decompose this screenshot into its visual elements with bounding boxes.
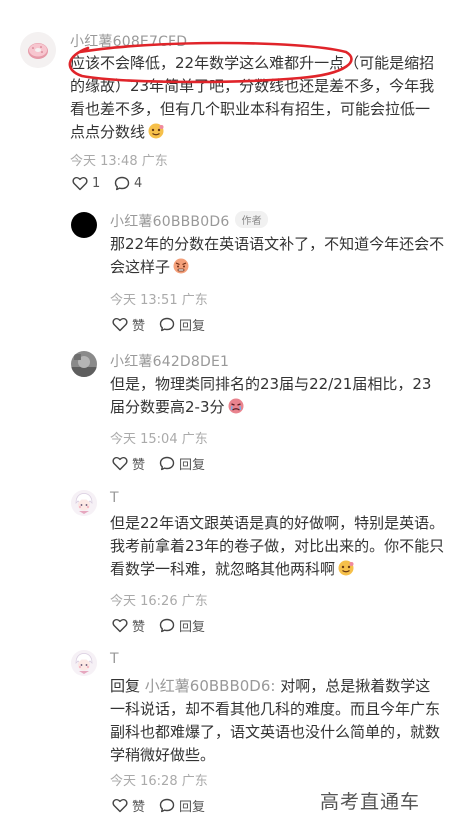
reply-4-reply-button[interactable]: 回复 xyxy=(159,796,205,815)
reply-1-username[interactable]: 小红薯60BBB0D6 xyxy=(110,214,229,230)
comment-bubble-icon xyxy=(114,176,130,191)
reply-4-reply-label: 回复 xyxy=(179,800,206,815)
reply-2-location: 广东 xyxy=(181,432,208,447)
emoji-face-icon xyxy=(338,560,354,576)
reply-1-meta: 今天 13:51 广东 xyxy=(110,289,208,308)
main-like-button[interactable]: 1 xyxy=(72,176,100,191)
reply-2-reply-label: 回复 xyxy=(179,458,206,473)
reply-3-meta: 今天 16:26 广东 xyxy=(110,590,208,609)
reply-2-username[interactable]: 小红薯642D8DE1 xyxy=(110,351,229,371)
reply-2-meta: 今天 15:04 广东 xyxy=(110,428,208,447)
heart-icon xyxy=(112,618,128,633)
reply-4-text: 回复 小红薯60BBB0D6: 对啊，总是揪着数学这一科说话，却不看其他几科的难… xyxy=(110,675,445,767)
main-location: 广东 xyxy=(141,154,168,169)
avatar-reply-4[interactable] xyxy=(71,650,97,676)
author-tag: 作者 xyxy=(235,211,268,228)
comment-bubble-icon xyxy=(159,456,175,471)
anime-avatar-icon xyxy=(71,490,97,516)
reply-1-content: 那22年的分数在英语语文补了，不知道今年还会不会这样子 xyxy=(110,235,445,276)
emoji-crying-face-icon xyxy=(228,398,244,414)
main-time: 今天 13:48 xyxy=(70,154,138,169)
main-meta: 今天 13:48 广东 xyxy=(70,150,168,169)
comment-bubble-icon xyxy=(159,798,175,813)
watermark: 高考直通车 xyxy=(320,791,421,813)
reply-1-username-row: 小红薯60BBB0D6 作者 xyxy=(110,211,268,231)
heart-icon xyxy=(112,798,128,813)
reply-4-like-button[interactable]: 赞 xyxy=(112,796,145,815)
red-annotation-ellipse xyxy=(68,41,353,84)
reply-4-target-user[interactable]: 小红薯60BBB0D6: xyxy=(145,677,276,695)
reply-2-reply-button[interactable]: 回复 xyxy=(159,454,205,473)
reply-4-time: 今天 16:28 xyxy=(110,774,178,789)
reply-3-like-button[interactable]: 赞 xyxy=(112,616,145,635)
main-comment-button[interactable]: 4 xyxy=(114,176,142,191)
avatar-reply-2[interactable] xyxy=(71,351,97,377)
reply-3-text: 但是22年语文跟英语是真的好做啊，特别是英语。我考前拿着23年的卷子做，对比出来… xyxy=(110,512,445,581)
donut-avatar-icon xyxy=(20,32,56,68)
reply-2-time: 今天 15:04 xyxy=(110,432,178,447)
heart-icon xyxy=(112,317,128,332)
reply-4-location: 广东 xyxy=(181,774,208,789)
emoji-face-icon xyxy=(148,123,164,139)
reply-3-content: 但是22年语文跟英语是真的好做啊，特别是英语。我考前拿着23年的卷子做，对比出来… xyxy=(110,514,445,578)
comment-bubble-icon xyxy=(159,618,175,633)
heart-icon xyxy=(112,456,128,471)
reply-2-content: 但是，物理类同排名的23届与22/21届相比，23届分数要高2-3分 xyxy=(110,375,432,416)
comment-bubble-icon xyxy=(159,317,175,332)
heart-icon xyxy=(72,176,88,191)
reply-4-meta: 今天 16:28 广东 xyxy=(110,770,208,789)
reply-2-like-label: 赞 xyxy=(132,458,146,473)
reply-1-like-button[interactable]: 赞 xyxy=(112,315,145,334)
reply-3-reply-label: 回复 xyxy=(179,620,206,635)
anime-avatar-icon xyxy=(71,650,97,676)
reply-1-reply-label: 回复 xyxy=(179,319,206,334)
reply-1-like-label: 赞 xyxy=(132,319,146,334)
reply-3-like-label: 赞 xyxy=(132,620,146,635)
emoji-angry-face-icon xyxy=(173,258,189,274)
reply-2-like-button[interactable]: 赞 xyxy=(112,454,145,473)
photo-avatar-icon xyxy=(71,351,97,377)
avatar-reply-1[interactable] xyxy=(71,212,97,238)
reply-3-username[interactable]: T xyxy=(110,490,119,506)
reply-2-text: 但是，物理类同排名的23届与22/21届相比，23届分数要高2-3分 xyxy=(110,373,445,419)
reply-1-time: 今天 13:51 xyxy=(110,293,178,308)
reply-1-reply-button[interactable]: 回复 xyxy=(159,315,205,334)
avatar-reply-3[interactable] xyxy=(71,490,97,516)
reply-3-location: 广东 xyxy=(181,594,208,609)
avatar-main-user[interactable] xyxy=(20,32,56,68)
reply-4-prefix: 回复 xyxy=(110,677,141,695)
reply-4-like-label: 赞 xyxy=(132,800,146,815)
reply-1-location: 广东 xyxy=(181,293,208,308)
reply-3-reply-button[interactable]: 回复 xyxy=(159,616,205,635)
reply-4-username[interactable]: T xyxy=(110,651,119,667)
main-like-count: 1 xyxy=(92,176,101,191)
reply-3-time: 今天 16:26 xyxy=(110,594,178,609)
reply-1-text: 那22年的分数在英语语文补了，不知道今年还会不会这样子 xyxy=(110,233,445,279)
main-comment-count: 4 xyxy=(134,176,143,191)
